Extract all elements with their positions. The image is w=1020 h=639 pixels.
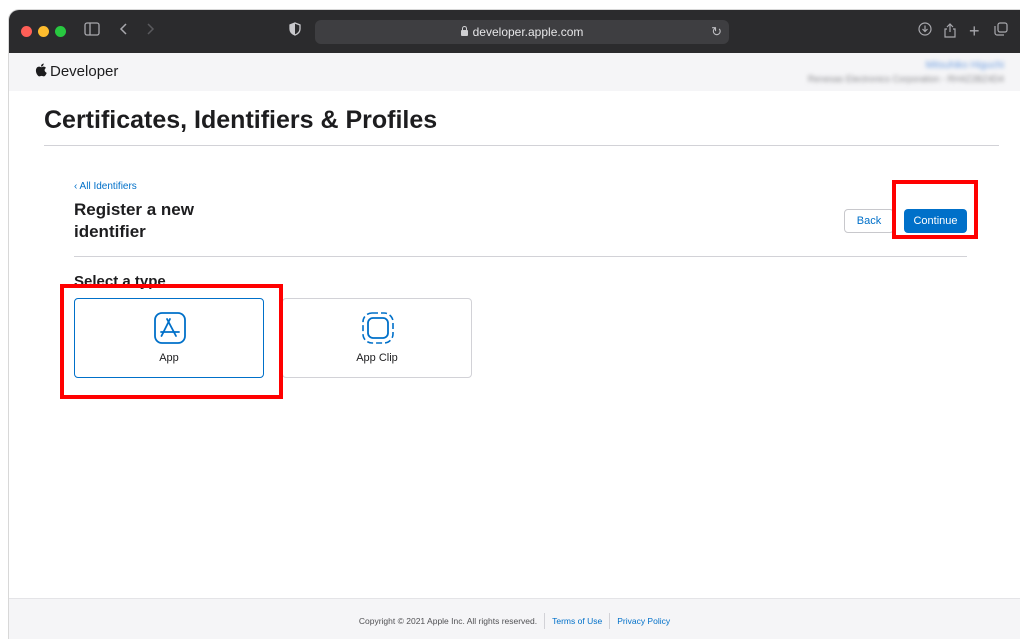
tabs-overview-icon[interactable] [994, 22, 1008, 40]
section-divider [74, 256, 967, 257]
forward-icon[interactable] [145, 22, 155, 40]
annotation-highlight-continue [892, 180, 978, 239]
developer-home-link[interactable]: Developer [35, 63, 118, 80]
url-text: developer.apple.com [472, 25, 584, 39]
lock-icon [460, 26, 468, 36]
title-divider [44, 145, 999, 146]
developer-brand-label: Developer [50, 63, 119, 80]
page-title: Certificates, Identifiers & Profiles [44, 106, 438, 134]
copyright-text: Copyright © 2021 Apple Inc. All rights r… [358, 616, 538, 626]
type-card-label: App Clip [356, 352, 398, 364]
type-card-app-clip[interactable]: App Clip [282, 298, 472, 378]
address-bar[interactable]: developer.apple.com ↻ [315, 20, 729, 44]
new-tab-icon[interactable]: + [969, 22, 980, 40]
app-clip-icon [362, 312, 394, 344]
sidebar-icon[interactable] [84, 22, 100, 40]
section-title: Register a new identifier [74, 200, 194, 241]
account-menu[interactable]: Mitsuhiko Higuchi Renesas Electronics Co… [808, 60, 1004, 84]
developer-global-nav: Developer Mitsuhiko Higuchi Renesas Elec… [9, 53, 1020, 91]
privacy-policy-link[interactable]: Privacy Policy [617, 616, 670, 626]
footer-divider [609, 613, 611, 629]
apple-logo-icon [35, 63, 47, 77]
minimize-window-button[interactable] [38, 26, 49, 37]
all-identifiers-link[interactable]: ‹ All Identifiers [74, 181, 137, 192]
back-icon[interactable] [119, 22, 129, 40]
annotation-highlight-app [60, 284, 283, 399]
page-footer: Copyright © 2021 Apple Inc. All rights r… [9, 598, 1020, 639]
share-icon[interactable] [943, 22, 957, 40]
terms-of-use-link[interactable]: Terms of Use [552, 616, 602, 626]
account-organization: Renesas Electronics Corporation - RH4Z2B… [807, 74, 1004, 84]
privacy-shield-icon[interactable] [289, 22, 301, 40]
browser-toolbar: developer.apple.com ↻ + [9, 10, 1020, 53]
close-window-button[interactable] [21, 26, 32, 37]
download-icon[interactable] [918, 22, 932, 40]
zoom-window-button[interactable] [55, 26, 66, 37]
reload-icon[interactable]: ↻ [711, 24, 722, 40]
account-name: Mitsuhiko Higuchi [925, 60, 1004, 71]
back-button[interactable]: Back [844, 209, 894, 233]
footer-divider [544, 613, 546, 629]
browser-window: developer.apple.com ↻ + Developer Mitsuh… [9, 10, 1020, 639]
